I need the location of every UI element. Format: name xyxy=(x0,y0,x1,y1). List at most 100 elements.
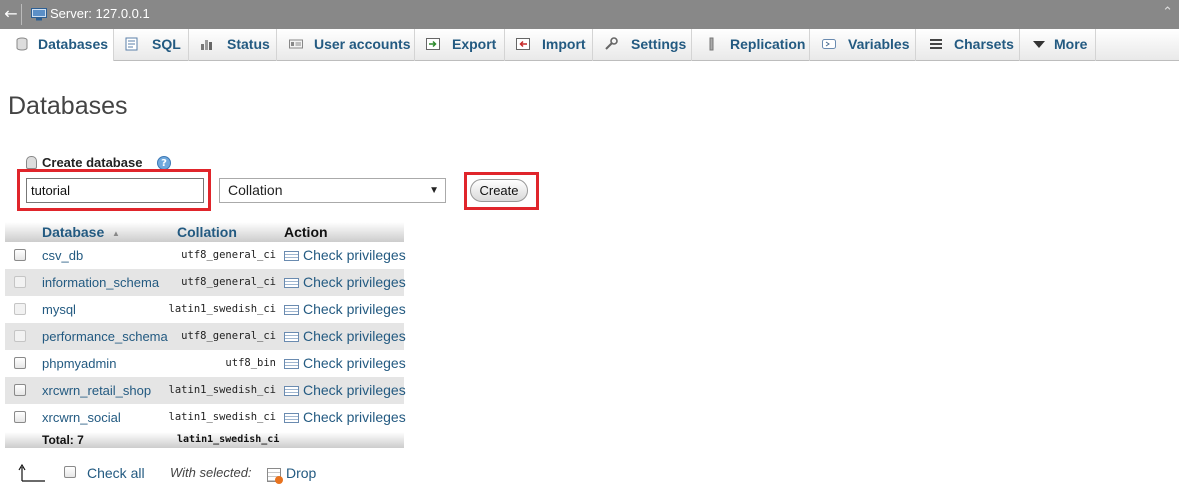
tab-user-accounts[interactable]: User accounts xyxy=(277,29,415,61)
tab-sql[interactable]: SQL xyxy=(114,29,189,61)
table-row: xrcwrn_social latin1_swedish_ci Check pr… xyxy=(5,404,406,431)
privileges-icon xyxy=(284,359,299,369)
database-link[interactable]: information_schema xyxy=(42,275,159,290)
row-checkbox-disabled xyxy=(14,330,26,342)
server-link[interactable]: Server: 127.0.0.1 xyxy=(50,6,150,21)
database-link[interactable]: csv_db xyxy=(42,248,83,263)
collation-value: latin1_swedish_ci xyxy=(168,384,276,396)
drop-icon[interactable] xyxy=(267,468,283,484)
database-link[interactable]: xrcwrn_retail_shop xyxy=(42,383,151,398)
dropdown-arrow-icon: ▼ xyxy=(429,185,439,196)
privileges-icon xyxy=(284,413,299,423)
privileges-icon xyxy=(284,332,299,342)
check-privileges-link[interactable]: Check privileges xyxy=(303,382,406,398)
row-checkbox[interactable] xyxy=(14,411,26,423)
drop-button[interactable]: Drop xyxy=(286,465,316,481)
database-link[interactable]: phpmyadmin xyxy=(42,356,116,371)
tab-replication[interactable]: Replication xyxy=(692,29,810,61)
table-row: xrcwrn_retail_shop latin1_swedish_ci Che… xyxy=(5,377,406,404)
row-checkbox[interactable] xyxy=(14,384,26,396)
tab-variables-label: Variables xyxy=(848,36,910,52)
privileges-icon xyxy=(284,305,299,315)
user-accounts-icon xyxy=(289,39,303,49)
tab-charsets[interactable]: Charsets xyxy=(916,29,1020,61)
table-row: mysql latin1_swedish_ci Check privileges xyxy=(5,296,406,323)
collapse-icon[interactable]: ⌃ xyxy=(1162,5,1173,20)
collation-select-value: Collation xyxy=(228,182,283,198)
create-button[interactable]: Create xyxy=(470,179,528,202)
check-all-label[interactable]: Check all xyxy=(87,465,145,481)
tab-settings-label: Settings xyxy=(631,36,687,52)
database-link[interactable]: performance_schema xyxy=(42,329,168,344)
header-collation[interactable]: Collation xyxy=(177,224,237,240)
check-all-checkbox[interactable] xyxy=(64,466,76,478)
privileges-icon xyxy=(284,251,299,261)
status-icon xyxy=(201,40,212,50)
tab-status-label: Status xyxy=(227,36,270,52)
variables-icon xyxy=(822,39,836,49)
table-footer: Total: 7 latin1_swedish_ci xyxy=(5,432,404,448)
check-privileges-link[interactable]: Check privileges xyxy=(303,274,406,290)
sort-ascending-icon: ▲ xyxy=(112,229,120,238)
replication-icon xyxy=(709,37,714,51)
header-database[interactable]: Database xyxy=(42,224,104,240)
tab-replication-label: Replication xyxy=(730,36,806,52)
collation-value: latin1_swedish_ci xyxy=(168,411,276,423)
server-breadcrumb-bar: ← Server: 127.0.0.1 ⌃ xyxy=(0,0,1179,29)
table-row: phpmyadmin utf8_bin Check privileges xyxy=(5,350,406,377)
collation-value: utf8_general_ci xyxy=(181,330,276,342)
tab-databases[interactable]: Databases xyxy=(0,29,114,61)
back-arrow-icon[interactable]: ← xyxy=(0,0,22,29)
help-icon[interactable]: ? xyxy=(157,156,171,170)
tab-more-label: More xyxy=(1054,36,1088,52)
row-checkbox-disabled xyxy=(14,303,26,315)
collation-select[interactable]: Collation ▼ xyxy=(219,178,446,203)
check-privileges-link[interactable]: Check privileges xyxy=(303,355,406,371)
collation-value: utf8_general_ci xyxy=(181,249,276,261)
check-privileges-link[interactable]: Check privileges xyxy=(303,328,406,344)
table-row: performance_schema utf8_general_ci Check… xyxy=(5,323,406,350)
top-menu: Databases SQL Status User accounts Expor… xyxy=(0,29,1179,61)
page-title: Databases xyxy=(8,92,128,120)
tab-import-label: Import xyxy=(542,36,586,52)
tab-import[interactable]: Import xyxy=(505,29,593,61)
table-row: csv_db utf8_general_ci Check privileges xyxy=(5,242,406,269)
collation-value: utf8_general_ci xyxy=(181,276,276,288)
charsets-icon xyxy=(930,39,942,49)
tab-status[interactable]: Status xyxy=(189,29,277,61)
table-row: information_schema utf8_general_ci Check… xyxy=(5,269,406,296)
create-database-label: Create database xyxy=(42,155,143,170)
export-icon xyxy=(426,38,440,50)
tab-user-accounts-label: User accounts xyxy=(314,36,411,52)
database-icon xyxy=(26,156,37,169)
check-privileges-link[interactable]: Check privileges xyxy=(303,247,406,263)
sql-icon xyxy=(125,37,138,51)
caret-down-icon xyxy=(1033,41,1045,48)
row-checkbox[interactable] xyxy=(14,249,26,261)
privileges-icon xyxy=(284,278,299,288)
row-checkbox-disabled xyxy=(14,276,26,288)
check-privileges-link[interactable]: Check privileges xyxy=(303,409,406,425)
collation-value: latin1_swedish_ci xyxy=(168,303,276,315)
with-selected-label: With selected: xyxy=(170,465,252,480)
row-checkbox[interactable] xyxy=(14,357,26,369)
tab-variables[interactable]: Variables xyxy=(810,29,916,61)
tab-export-label: Export xyxy=(452,36,497,52)
check-privileges-link[interactable]: Check privileges xyxy=(303,301,406,317)
database-link[interactable]: mysql xyxy=(42,302,76,317)
tab-export[interactable]: Export xyxy=(415,29,505,61)
tab-more[interactable]: More xyxy=(1020,29,1096,61)
import-icon xyxy=(516,38,530,50)
database-icon xyxy=(16,37,28,51)
tab-settings[interactable]: Settings xyxy=(593,29,692,61)
total-count: Total: 7 xyxy=(42,433,84,447)
wrench-icon xyxy=(605,37,618,50)
table-header: Database ▲ Collation Action xyxy=(5,222,404,242)
server-icon xyxy=(31,8,47,21)
privileges-icon xyxy=(284,386,299,396)
database-name-input[interactable] xyxy=(26,178,204,203)
tab-sql-label: SQL xyxy=(152,36,181,52)
tab-charsets-label: Charsets xyxy=(954,36,1014,52)
tab-databases-label: Databases xyxy=(38,36,109,52)
database-link[interactable]: xrcwrn_social xyxy=(42,410,121,425)
